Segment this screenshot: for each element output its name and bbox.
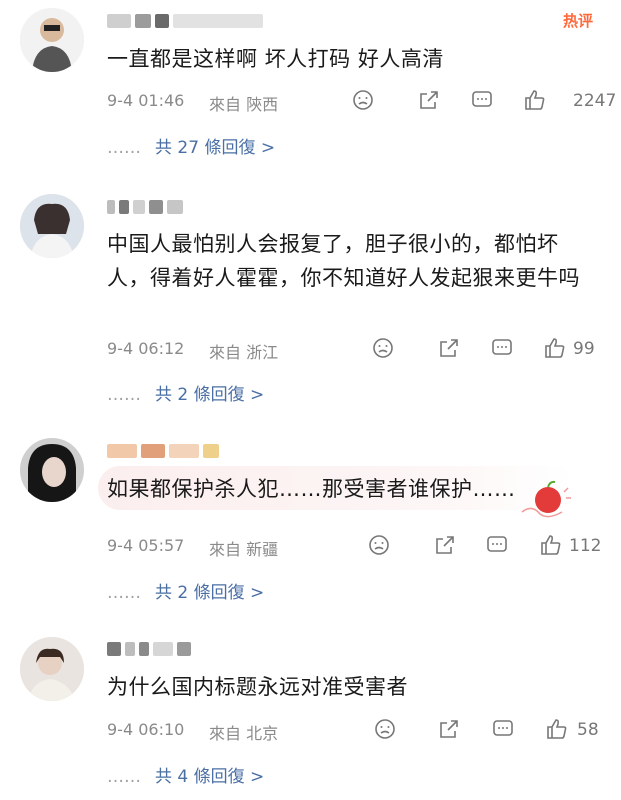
dislike-icon[interactable] <box>351 88 377 114</box>
avatar[interactable] <box>20 194 84 258</box>
like-icon[interactable] <box>539 533 565 559</box>
dislike-icon[interactable] <box>367 533 393 559</box>
replies-row: …… 共 2 條回復 > <box>107 380 264 405</box>
repost-icon[interactable] <box>433 533 459 559</box>
username[interactable] <box>107 10 263 32</box>
dislike-icon[interactable] <box>373 717 399 743</box>
comment-meta: 9-4 05:57 來自 新疆 112 <box>107 533 607 559</box>
like-count: 99 <box>573 339 595 359</box>
comment-text: 中国人最怕别人会报复了，胆子很小的，都怕坏人，得着好人霍霍，你不知道好人发起狠来… <box>107 232 580 290</box>
hot-comment-badge: 热评 <box>562 12 593 30</box>
comment-text: 一直都是这样啊 坏人打码 好人高清 <box>107 47 444 71</box>
comment-icon[interactable] <box>470 88 496 114</box>
repost-icon[interactable] <box>437 717 463 743</box>
timestamp: 9-4 06:12 <box>107 339 185 358</box>
replies-row: …… 共 2 條回復 > <box>107 578 264 603</box>
username[interactable] <box>107 638 191 660</box>
like-icon[interactable] <box>545 717 571 743</box>
comment-meta: 9-4 06:12 來自 浙江 99 <box>107 336 607 362</box>
comment-meta: 9-4 06:10 來自 北京 58 <box>107 717 607 743</box>
replies-ellipsis: …… <box>107 583 141 603</box>
replies-ellipsis: …… <box>107 767 141 787</box>
replies-row: …… 共 27 條回復 > <box>107 133 275 158</box>
like-count: 2247 <box>573 91 617 111</box>
replies-ellipsis: …… <box>107 138 141 158</box>
like-icon[interactable] <box>543 336 569 362</box>
view-replies-link[interactable]: 共 4 條回復 > <box>155 767 264 787</box>
replies-ellipsis: …… <box>107 385 141 405</box>
location: 來自 浙江 <box>209 343 279 362</box>
avatar[interactable] <box>20 438 84 502</box>
location: 來自 新疆 <box>209 540 279 559</box>
view-replies-link[interactable]: 共 27 條回復 > <box>155 138 275 158</box>
timestamp: 9-4 05:57 <box>107 536 185 555</box>
view-replies-link[interactable]: 共 2 條回復 > <box>155 385 264 405</box>
comment-icon[interactable] <box>491 717 517 743</box>
comment-icon[interactable] <box>485 533 511 559</box>
like-icon[interactable] <box>523 88 549 114</box>
repost-icon[interactable] <box>437 336 463 362</box>
like-count: 112 <box>569 536 602 556</box>
avatar[interactable] <box>20 8 84 72</box>
repost-icon[interactable] <box>417 88 443 114</box>
timestamp: 9-4 06:10 <box>107 720 185 739</box>
avatar[interactable] <box>20 637 84 701</box>
view-replies-link[interactable]: 共 2 條回復 > <box>155 583 264 603</box>
like-count: 58 <box>577 720 599 740</box>
replies-row: …… 共 4 條回復 > <box>107 762 264 787</box>
location: 來自 北京 <box>209 724 279 743</box>
comment-icon[interactable] <box>490 336 516 362</box>
comment-text: 为什么国内标题永远对准受害者 <box>107 675 408 699</box>
comment-meta: 9-4 01:46 來自 陝西 2247 <box>107 88 616 114</box>
comment-text: 如果都保护杀人犯……那受害者谁保护…… <box>107 477 516 501</box>
username[interactable] <box>107 196 183 218</box>
location: 來自 陝西 <box>209 95 279 114</box>
dislike-icon[interactable] <box>371 336 397 362</box>
username[interactable] <box>107 440 219 462</box>
timestamp: 9-4 01:46 <box>107 91 185 110</box>
